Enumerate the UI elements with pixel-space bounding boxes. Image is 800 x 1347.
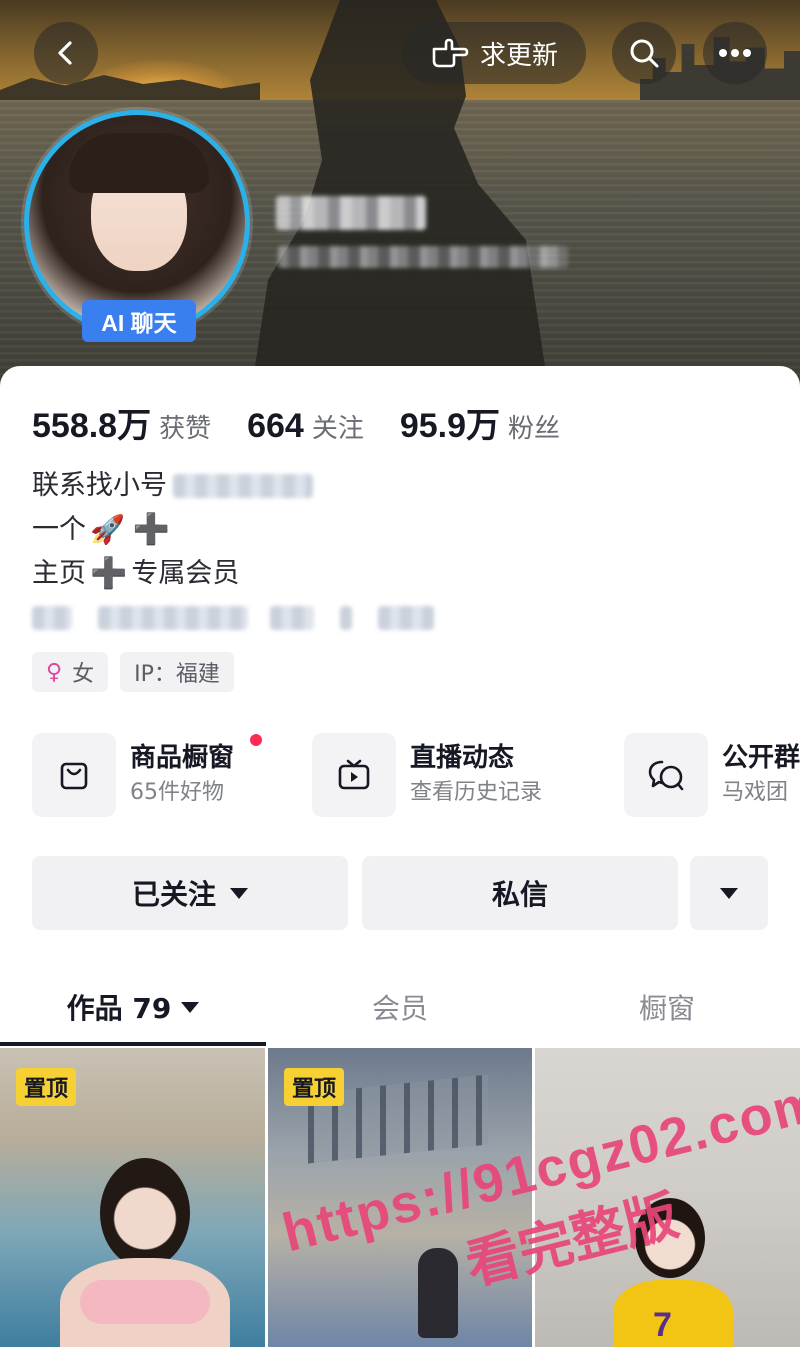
- followed-label: 已关注: [131, 878, 216, 911]
- active-tab-indicator: [0, 1042, 266, 1046]
- pinned-badge: 置顶: [284, 1068, 345, 1106]
- rocket-icon: 🚀: [90, 513, 125, 546]
- more-actions-button[interactable]: [690, 856, 768, 930]
- feature-entries: 商品橱窗 65件好物 直播动态 查看历史记录 公开群 马戏团: [32, 732, 800, 818]
- feature-sub: 马戏团: [722, 780, 789, 805]
- thumbnail-figure: [80, 1280, 210, 1324]
- gender-label: 女: [72, 662, 95, 687]
- chat-icon: [624, 733, 708, 817]
- caret-down-icon: [720, 887, 738, 899]
- plus-icon: ➕: [132, 512, 171, 547]
- blurred-text: [98, 606, 248, 630]
- blurred-user-id: [278, 246, 568, 268]
- blurred-text: [32, 606, 72, 630]
- plus-icon: ➕: [90, 556, 128, 591]
- bio-line-1-text: 联系找小号: [32, 470, 167, 501]
- more-button[interactable]: [703, 22, 767, 84]
- jersey-number: 7: [653, 1306, 672, 1344]
- feature-live-text: 直播动态 查看历史记录: [410, 740, 542, 810]
- profile-actions: 已关注 私信: [32, 856, 768, 930]
- message-label: 私信: [491, 878, 548, 911]
- feature-title: 公开群: [722, 743, 800, 773]
- profile-tags: ♀ 女 IP：福建: [32, 652, 234, 692]
- tab-window-label: 橱窗: [638, 992, 695, 1025]
- feature-title: 直播动态: [410, 743, 515, 773]
- search-icon: [630, 39, 659, 68]
- thumbnail-figure: [418, 1248, 458, 1338]
- bio-line-2-text: 一个: [32, 514, 86, 545]
- pinned-badge: 置顶: [16, 1068, 77, 1106]
- caret-down-icon: [230, 887, 248, 899]
- content-tabs: 作品 79 会员 橱窗: [0, 968, 800, 1046]
- blurred-text: [270, 606, 314, 630]
- chevron-left-icon: [58, 41, 72, 65]
- hand-point-icon: [432, 38, 469, 68]
- back-button[interactable]: [34, 22, 98, 84]
- caret-down-icon: [181, 1001, 200, 1013]
- ai-chat-label: AI 聊天: [101, 310, 177, 336]
- bio-line-3-prefix: 主页: [32, 558, 86, 589]
- feature-sub: 65件好物: [130, 780, 224, 805]
- feature-shop-window-text: 商品橱窗 65件好物: [130, 740, 234, 810]
- bio-line-2: 一个 🚀 ➕: [32, 508, 434, 552]
- tab-works-label: 作品 79: [66, 992, 172, 1025]
- following-count[interactable]: 664: [247, 407, 304, 446]
- feature-group-text: 公开群 马戏团: [722, 740, 800, 810]
- bio-line-3: 主页 ➕ 专属会员: [32, 552, 434, 596]
- thumbnail-figure: [613, 1280, 733, 1347]
- tab-works[interactable]: 作品 79: [0, 968, 266, 1046]
- request-update-label: 求更新: [479, 40, 558, 71]
- followers-label[interactable]: 粉丝: [508, 408, 560, 445]
- bio-line-4: [32, 596, 434, 640]
- likes-count: 558.8万: [32, 407, 152, 445]
- video-thumbnail[interactable]: 7: [535, 1048, 800, 1347]
- blurred-text: [378, 606, 434, 630]
- blurred-username: [276, 196, 426, 230]
- ip-label: IP：福建: [134, 662, 220, 687]
- thumbnail-figure: [100, 1158, 190, 1268]
- thumbnail-figure: [635, 1198, 705, 1278]
- ip-tag: IP：福建: [120, 652, 234, 692]
- tab-members[interactable]: 会员: [266, 968, 534, 1046]
- stats-row: 558.8万 获赞 664 关注 95.9万 粉丝: [32, 398, 596, 447]
- request-update-button[interactable]: 求更新: [402, 22, 586, 84]
- bag-icon: [32, 733, 116, 817]
- search-button[interactable]: [612, 22, 676, 84]
- feature-live[interactable]: 直播动态 查看历史记录: [312, 732, 542, 818]
- bio-line-3-suffix: 专属会员: [131, 558, 240, 589]
- likes-label: 获赞: [159, 414, 212, 444]
- blurred-contact: [173, 474, 313, 498]
- followers-count[interactable]: 95.9万: [400, 398, 500, 447]
- gender-tag: ♀ 女: [32, 652, 109, 692]
- tab-window[interactable]: 橱窗: [534, 968, 800, 1046]
- following-label[interactable]: 关注: [312, 408, 364, 445]
- followed-button[interactable]: 已关注: [32, 856, 348, 930]
- tab-members-label: 会员: [371, 992, 428, 1025]
- more-dots-icon: [719, 49, 751, 57]
- feature-sub: 查看历史记录: [410, 780, 543, 805]
- ai-chat-badge[interactable]: AI 聊天: [82, 300, 196, 342]
- video-thumbnail[interactable]: 置顶: [268, 1048, 532, 1347]
- message-button[interactable]: 私信: [362, 856, 678, 930]
- bio: 联系找小号 一个 🚀 ➕ 主页 ➕ 专属会员: [32, 464, 434, 640]
- bio-line-1: 联系找小号: [32, 464, 434, 508]
- tv-icon: [312, 733, 396, 817]
- video-grid: 置顶 置顶 7: [0, 1048, 800, 1347]
- female-icon: ♀: [46, 659, 63, 685]
- notification-dot: [250, 734, 262, 746]
- feature-title: 商品橱窗: [130, 743, 235, 773]
- feature-group[interactable]: 公开群 马戏团: [624, 732, 800, 818]
- feature-shop-window[interactable]: 商品橱窗 65件好物: [32, 732, 262, 818]
- video-thumbnail[interactable]: 置顶: [0, 1048, 265, 1347]
- blurred-text: [340, 606, 352, 630]
